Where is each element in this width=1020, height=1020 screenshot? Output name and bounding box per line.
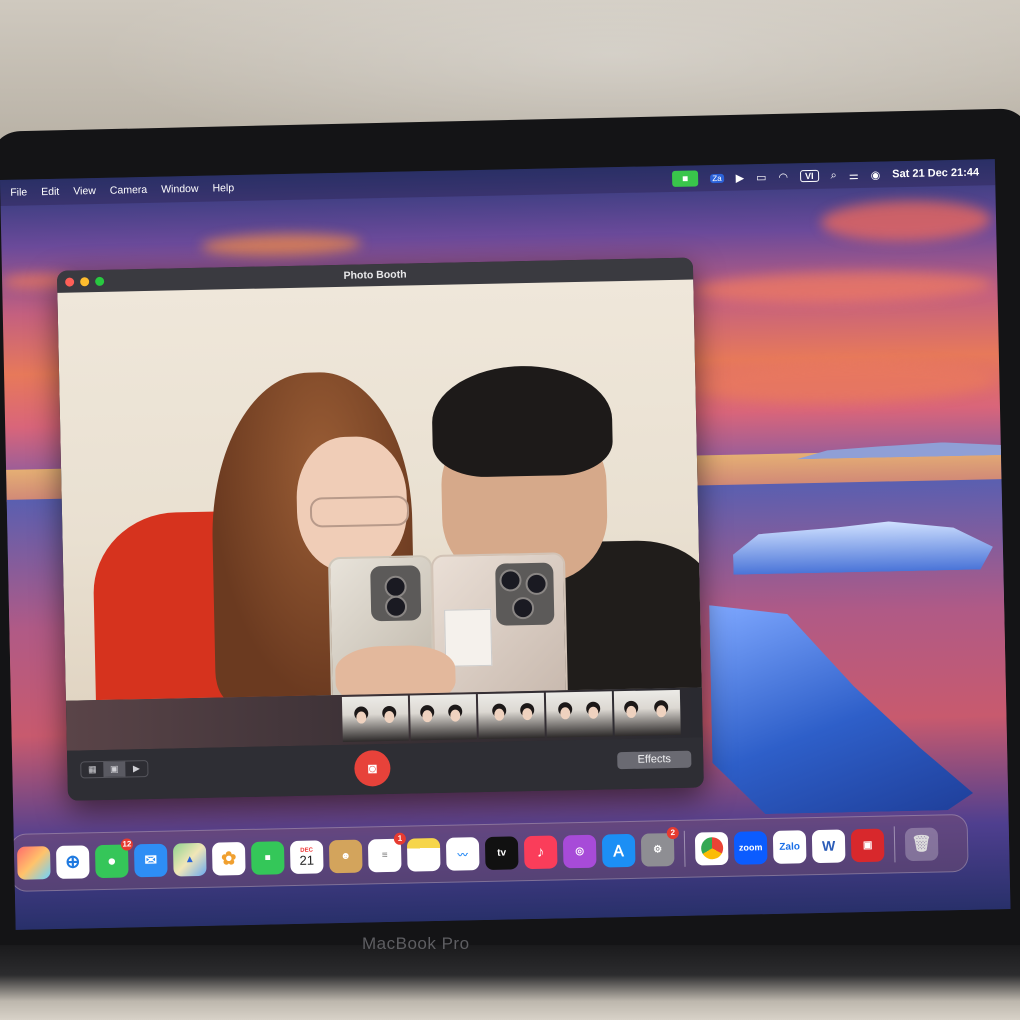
facetime-camera-icon[interactable]: ■ <box>672 170 699 187</box>
wallpaper-cloud <box>694 359 995 406</box>
reminders-badge: 1 <box>393 832 406 845</box>
wallpaper-cloud <box>692 269 993 306</box>
view-mode-selector: ▦ ▣ ▶ <box>80 760 149 779</box>
system-settings-icon[interactable]: ⚙ 2 <box>640 826 679 867</box>
phone-camera <box>370 565 422 622</box>
macbook-label: MacBook Pro <box>362 934 470 953</box>
battery-icon[interactable]: ▭ <box>756 170 767 183</box>
mail-icon[interactable]: ✉ <box>133 843 168 877</box>
mac-screen: File Edit View Camera Window Help ■ Za ▶… <box>0 159 1011 930</box>
photos-flower-glyph: ✿ <box>220 847 237 869</box>
apple-tv-label: tv <box>497 847 507 859</box>
launchpad-icon[interactable] <box>16 845 51 880</box>
photo-thumbnail[interactable] <box>613 689 681 737</box>
safari-icon[interactable]: ⊕ <box>55 844 90 879</box>
phone-lens <box>525 572 548 596</box>
freeform-icon[interactable]: 〰 <box>445 836 480 871</box>
search-icon[interactable]: ⌕ <box>830 169 836 182</box>
reminders-icon[interactable]: ≡ 1 <box>367 832 406 872</box>
laptop-base <box>0 945 1020 1020</box>
zalo-label: Zalo <box>779 840 801 853</box>
contacts-icon[interactable]: ☻ <box>328 839 363 873</box>
menu-window[interactable]: Window <box>161 183 199 196</box>
trash-icon[interactable]: 🗑 <box>904 827 939 861</box>
notes-icon[interactable] <box>406 837 441 872</box>
siri-icon[interactable]: ◉ <box>870 168 881 181</box>
photo-booth-window: Photo Booth ▦ ▣ ▶ ◙ Effects <box>56 257 704 801</box>
zalo-icon[interactable]: Zalo <box>772 829 807 864</box>
wallpaper-cloud <box>201 232 362 258</box>
camera-icon: ◙ <box>367 759 378 777</box>
menu-edit[interactable]: Edit <box>41 186 59 198</box>
photo-thumbnail[interactable] <box>409 694 477 741</box>
settings-badge: 2 <box>666 826 679 839</box>
menu-camera[interactable]: Camera <box>110 184 148 197</box>
photo-thumbnails <box>341 689 681 742</box>
phone-lens <box>384 575 407 599</box>
maps-icon[interactable]: ▲ <box>172 842 207 877</box>
phone-lens <box>511 596 535 620</box>
camera-preview <box>57 279 702 701</box>
status-area: ■ Za ▶ ▭ ◠ VI ⌕ ⚌ ◉ Sat 21 Dec 21:44 <box>672 164 995 187</box>
app-store-icon[interactable]: Ａ <box>601 833 636 868</box>
wifi-icon[interactable]: ◠ <box>778 170 788 183</box>
menu-file[interactable]: File <box>10 186 27 198</box>
music-icon[interactable]: ♪ <box>523 834 558 869</box>
messages-badge: 12 <box>120 837 134 851</box>
speech-bubble-glyph: ● <box>107 852 117 870</box>
wallpaper-cloud <box>820 199 992 243</box>
take-photo-button[interactable]: ◙ <box>354 749 391 787</box>
gear-icon: ⚙ <box>653 843 663 855</box>
play-icon[interactable]: ▶ <box>735 171 744 184</box>
preview-person-hair <box>431 364 614 478</box>
photos-icon[interactable]: ✿ <box>211 841 246 876</box>
apple-tv-icon[interactable]: tv <box>484 835 519 870</box>
chrome-logo <box>700 837 723 860</box>
photo-thumbnail[interactable] <box>477 692 545 740</box>
calendar-day: 21 <box>299 852 315 868</box>
photo-thumbnail[interactable] <box>545 691 613 738</box>
messages-icon[interactable]: ● 12 <box>94 837 134 878</box>
menu-view[interactable]: View <box>73 185 96 197</box>
phone-lens <box>384 595 408 619</box>
menu-clock[interactable]: Sat 21 Dec 21:44 <box>892 166 979 180</box>
photo-thumbnail[interactable] <box>341 695 409 742</box>
zoom-icon[interactable]: zoom <box>733 830 768 865</box>
podcasts-icon[interactable]: ◎ <box>562 834 597 868</box>
single-view-icon[interactable]: ▣ <box>103 761 126 777</box>
effects-button[interactable]: Effects <box>617 750 692 770</box>
phone-lens <box>499 569 522 592</box>
app-menu: File Edit View Camera Window Help <box>0 182 234 199</box>
zoom-label: zoom <box>738 842 763 853</box>
zalo-status-icon[interactable]: Za <box>710 173 724 183</box>
menu-help[interactable]: Help <box>212 182 234 194</box>
word-label: W <box>821 837 836 854</box>
dock-separator <box>893 826 896 863</box>
phone-camera <box>495 562 555 626</box>
grid-view-icon[interactable]: ▦ <box>81 762 103 777</box>
chrome-icon[interactable] <box>694 831 729 866</box>
photo-booth-icon[interactable]: ▣ <box>850 828 885 862</box>
list-glyph: ≡ <box>381 849 388 861</box>
video-view-icon[interactable]: ▶ <box>125 761 147 776</box>
preview-glasses <box>309 495 410 528</box>
dock-separator <box>683 830 686 867</box>
word-icon[interactable]: W <box>811 828 846 863</box>
input-source-icon[interactable]: VI <box>799 169 819 183</box>
facetime-icon[interactable]: ■ <box>250 840 285 875</box>
phone-photo-sticker <box>444 608 493 667</box>
control-center-icon[interactable]: ⚌ <box>849 169 859 182</box>
calendar-icon[interactable]: DEC 21 <box>289 839 324 874</box>
